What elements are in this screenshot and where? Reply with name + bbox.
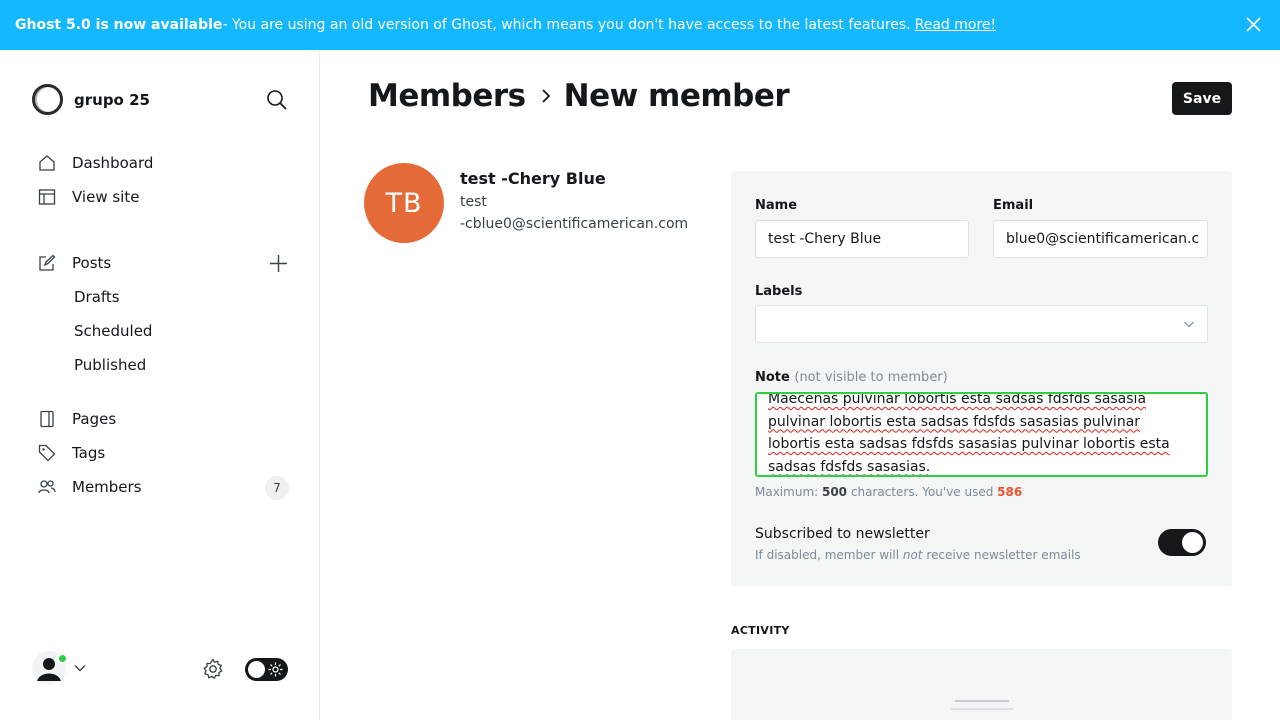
search-icon[interactable]	[266, 89, 288, 111]
member-avatar: TB	[364, 163, 444, 243]
note-character-counter: Maximum: 500 characters. You've used 586	[755, 485, 1022, 499]
name-label: Name	[755, 198, 798, 213]
counter-mid: characters. You've used	[847, 485, 998, 499]
activity-panel	[731, 649, 1232, 720]
members-count-badge: 7	[265, 476, 289, 500]
labels-select[interactable]	[755, 305, 1208, 343]
site-logo	[32, 84, 63, 115]
sidebar-item-dashboard[interactable]: Dashboard	[38, 154, 153, 172]
newsletter-desc-a: If disabled, member will	[755, 548, 903, 562]
newsletter-title: Subscribed to newsletter	[755, 526, 930, 542]
online-status-dot	[57, 653, 68, 664]
name-field[interactable]: test -Chery Blue	[755, 220, 969, 258]
update-banner: Ghost 5.0 is now available - You are usi…	[0, 0, 1280, 50]
counter-prefix: Maximum:	[755, 485, 822, 499]
labels-label: Labels	[755, 284, 803, 299]
dark-mode-toggle[interactable]	[245, 658, 288, 681]
member-email-line: -cblue0@scientificamerican.com	[460, 216, 689, 232]
breadcrumb: Members New member	[368, 78, 790, 114]
counter-used: 586	[997, 485, 1023, 499]
home-icon	[39, 155, 55, 171]
browser-icon	[38, 189, 56, 205]
toggle-knob	[1182, 532, 1203, 553]
note-textarea[interactable]: Maecenas pulvinar lobortis esta sadsas f…	[755, 392, 1208, 477]
email-field[interactable]: blue0@scientificamerican.c	[993, 220, 1208, 258]
placeholder-line	[955, 700, 1009, 702]
member-name: test -Chery Blue	[460, 169, 606, 188]
site-brand[interactable]: grupo 25	[32, 84, 150, 115]
member-name-line: test	[460, 194, 487, 210]
page-title: New member	[563, 78, 790, 114]
sidebar-item-tags[interactable]: Tags	[38, 444, 105, 462]
sidebar-item-view-site[interactable]: View site	[38, 188, 139, 206]
sidebar-item-label: Posts	[72, 254, 112, 272]
chevron-down-icon	[1184, 321, 1194, 328]
note-label: Note (not visible to member)	[755, 370, 948, 385]
page-icon	[40, 410, 54, 428]
counter-max: 500	[821, 485, 848, 499]
banner-title: Ghost 5.0 is now available	[15, 17, 223, 33]
newsletter-desc-b: receive newsletter emails	[922, 548, 1081, 562]
sidebar-item-scheduled[interactable]: Scheduled	[74, 322, 152, 340]
site-name: grupo 25	[74, 90, 150, 109]
toggle-knob	[248, 661, 265, 678]
sidebar-item-pages[interactable]: Pages	[38, 410, 116, 428]
sidebar-item-drafts[interactable]: Drafts	[74, 288, 120, 306]
email-label: Email	[993, 198, 1034, 213]
save-button[interactable]: Save	[1172, 82, 1232, 115]
newsletter-toggle[interactable]	[1158, 529, 1206, 556]
sidebar-item-label: View site	[72, 188, 140, 206]
placeholder-line	[951, 708, 1013, 710]
newsletter-description: If disabled, member will not receive new…	[755, 548, 1081, 562]
sidebar-item-posts[interactable]: Posts	[38, 254, 111, 272]
sidebar-item-label: Pages	[72, 410, 117, 428]
sidebar-item-label: Members	[72, 478, 142, 496]
activity-heading: ACTIVITY	[731, 624, 790, 637]
chevron-right-icon	[542, 89, 550, 103]
note-label-text: Note	[755, 370, 790, 385]
tag-icon	[38, 444, 56, 462]
note-text: Maecenas pulvinar lobortis esta sadsas f…	[768, 392, 1170, 475]
gear-icon[interactable]	[202, 658, 224, 680]
newsletter-desc-em: not	[902, 548, 923, 562]
sidebar: grupo 25 Dashboard View site Posts Draft…	[0, 51, 320, 720]
edit-icon	[39, 254, 56, 271]
banner-text: - You are using an old version of Ghost,…	[222, 17, 911, 33]
sidebar-item-members[interactable]: Members	[38, 478, 142, 496]
breadcrumb-members-link[interactable]: Members	[368, 78, 526, 114]
note-label-hint: (not visible to member)	[794, 370, 948, 385]
sidebar-item-published[interactable]: Published	[74, 356, 146, 374]
sidebar-item-label: Dashboard	[72, 154, 154, 172]
members-icon	[38, 480, 56, 494]
sun-icon	[268, 662, 283, 677]
banner-read-more-link[interactable]: Read more!	[915, 17, 997, 33]
sidebar-item-label: Tags	[72, 444, 106, 462]
close-icon[interactable]	[1245, 16, 1262, 33]
chevron-down-icon[interactable]	[74, 662, 86, 674]
plus-icon[interactable]	[269, 254, 288, 273]
